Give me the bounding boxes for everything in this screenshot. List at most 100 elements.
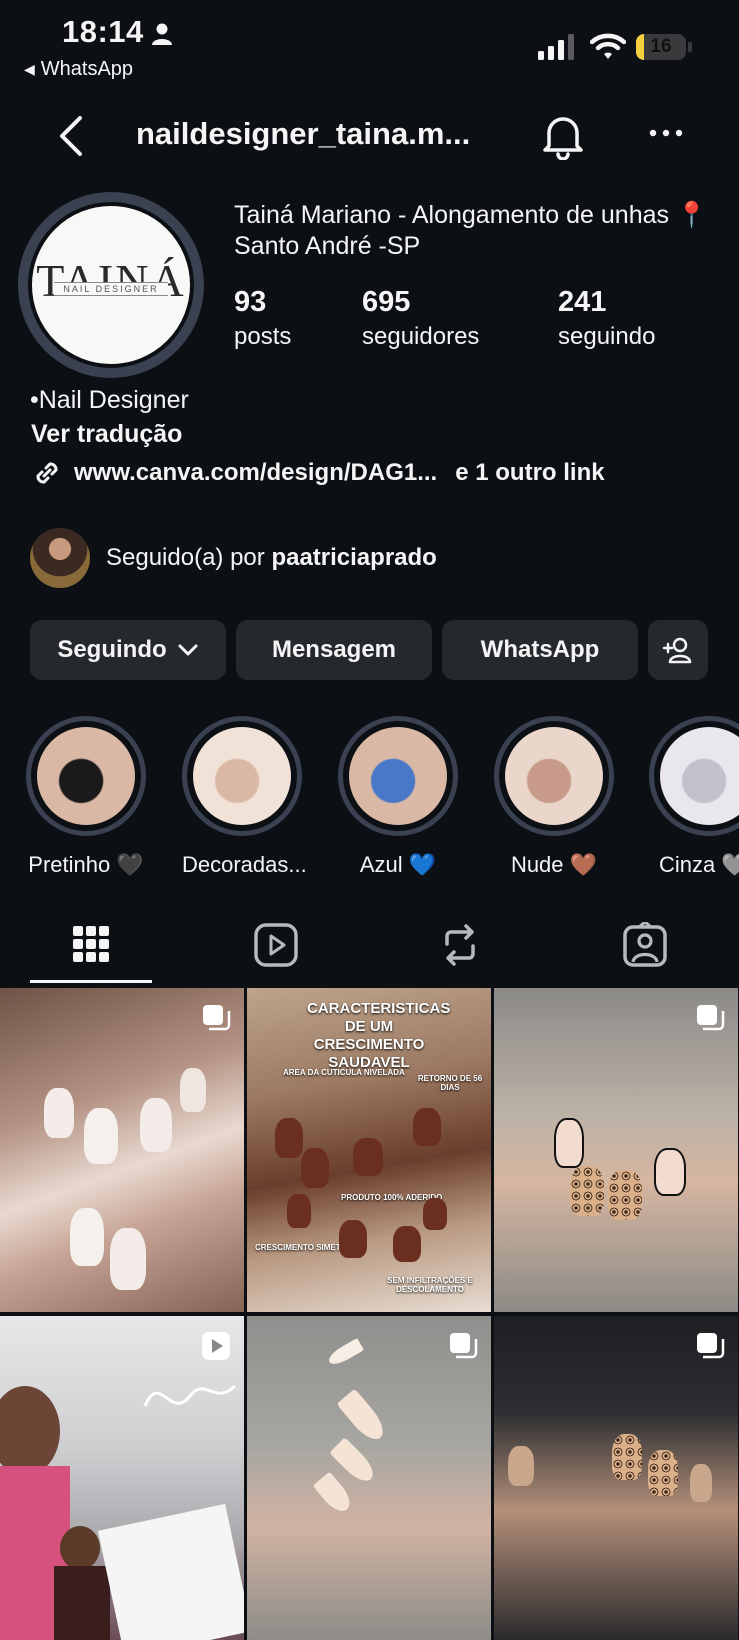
- message-button[interactable]: Mensagem: [236, 620, 432, 680]
- story-highlight[interactable]: Azul 💙: [338, 716, 458, 878]
- nail-shape: [44, 1088, 74, 1138]
- story-highlight[interactable]: Nude 🤎: [494, 716, 614, 878]
- nail-shape: [648, 1450, 678, 1496]
- whatsapp-button-label: WhatsApp: [480, 636, 600, 663]
- post-annotation: SEM INFILTRAÇÕES E DESCOLAMENTO: [387, 1276, 473, 1294]
- carousel-icon: [450, 1333, 478, 1359]
- back-to-app-link[interactable]: ◀ WhatsApp: [24, 58, 133, 81]
- notification-bell-icon[interactable]: [540, 112, 586, 160]
- highlight-label: Cinza 🩶: [659, 852, 739, 877]
- following-button[interactable]: Seguindo: [30, 620, 226, 680]
- post-thumbnail[interactable]: [0, 988, 244, 1312]
- nail-shape: [654, 1148, 686, 1196]
- nail-shape: [570, 1166, 604, 1216]
- tagged-tab-icon[interactable]: [620, 922, 670, 968]
- followed-by-row[interactable]: Seguido(a) por paatriciaprado: [30, 528, 437, 588]
- follower-avatar: [30, 528, 90, 588]
- highlight-thumbnail: [37, 727, 135, 825]
- wifi-icon: [590, 33, 626, 59]
- highlight-ring: [182, 716, 302, 836]
- nail-shape: [508, 1446, 534, 1486]
- nail-shape: [301, 1148, 329, 1188]
- repost-tab-icon[interactable]: [435, 922, 485, 968]
- post-thumbnail[interactable]: [0, 1316, 244, 1640]
- nail-shape: [353, 1138, 383, 1176]
- posts-count[interactable]: 93 posts: [234, 286, 291, 351]
- nail-shape: [84, 1108, 118, 1164]
- post-thumbnail[interactable]: [247, 1316, 491, 1640]
- nail-shape: [423, 1198, 447, 1230]
- post-thumbnail[interactable]: [494, 1316, 738, 1640]
- avatar-logo-text: TAINÁ: [36, 255, 186, 306]
- story-highlight[interactable]: Cinza 🩶: [649, 716, 739, 878]
- following-count[interactable]: 241 seguindo: [558, 286, 655, 351]
- stat-label: posts: [234, 323, 292, 350]
- battery-indicator: 16: [636, 34, 686, 60]
- more-options-icon[interactable]: [648, 118, 684, 148]
- bio-links[interactable]: www.canva.com/design/DAG1... e 1 outro l…: [30, 456, 605, 490]
- followers-count[interactable]: 695 seguidores: [362, 286, 479, 351]
- highlight-label: Decoradas...: [182, 852, 307, 877]
- highlight-label: Azul 💙: [359, 852, 437, 877]
- nail-shape: [612, 1434, 642, 1480]
- post-annotation: AREA DA CUTICULA NIVELADA: [283, 1068, 405, 1077]
- battery-tip: [688, 42, 692, 52]
- stat-value: 93: [234, 286, 267, 318]
- decorative-swirl: [143, 1384, 237, 1407]
- reel-icon: [202, 1332, 230, 1360]
- table-object: [97, 1503, 244, 1640]
- nail-shape: [393, 1226, 421, 1262]
- highlight-thumbnail: [193, 727, 291, 825]
- post-thumbnail[interactable]: CARACTERISTICAS DE UM CRESCIMENTO SAUDAV…: [247, 988, 491, 1312]
- signal-icon: [538, 34, 574, 60]
- add-person-icon: [662, 637, 692, 664]
- nail-shape: [413, 1108, 441, 1146]
- nail-shape: [110, 1228, 146, 1290]
- back-app-label: WhatsApp: [40, 58, 134, 80]
- active-tab-indicator: [30, 980, 152, 983]
- nail-shape: [325, 1337, 365, 1369]
- nail-shape: [339, 1220, 367, 1258]
- nail-shape: [312, 1471, 356, 1517]
- nail-shape: [608, 1170, 642, 1220]
- stat-label: seguidores: [362, 323, 480, 350]
- followed-by-prefix: Seguido(a) por: [106, 544, 265, 571]
- profile-avatar[interactable]: TAINÁ NAIL DESIGNER: [28, 202, 194, 368]
- reels-tab-icon[interactable]: [251, 922, 301, 968]
- post-caption-overlay: CARACTERISTICAS DE UM CRESCIMENTO SAUDAV…: [307, 1000, 451, 1071]
- highlight-label: Nude 🤎: [510, 852, 598, 877]
- highlight-ring: [494, 716, 614, 836]
- back-arrow-icon[interactable]: [54, 112, 90, 160]
- highlight-thumbnail: [505, 727, 603, 825]
- story-highlight[interactable]: Pretinho 🖤: [26, 716, 146, 878]
- child-head: [60, 1526, 100, 1570]
- post-annotation: RETORNO DE 56 DIAS: [417, 1074, 483, 1092]
- chevron-down-icon: [178, 644, 198, 656]
- nail-shape: [140, 1098, 172, 1152]
- status-time: 18:14: [62, 14, 144, 49]
- carousel-icon: [697, 1333, 725, 1359]
- person-head: [0, 1386, 60, 1476]
- carousel-icon: [203, 1005, 231, 1031]
- highlight-ring: [338, 716, 458, 836]
- grid-tab-icon[interactable]: [66, 922, 116, 968]
- nail-shape: [690, 1464, 712, 1502]
- bio-link-url[interactable]: www.canva.com/design/DAG1...: [74, 459, 437, 487]
- highlight-thumbnail: [349, 727, 447, 825]
- suggested-users-button[interactable]: [648, 620, 708, 680]
- extra-links[interactable]: e 1 outro link: [455, 459, 604, 487]
- carousel-icon: [697, 1005, 725, 1031]
- highlight-thumbnail: [660, 727, 739, 825]
- nail-shape: [70, 1208, 104, 1266]
- nail-shape: [180, 1068, 206, 1112]
- profile-full-name: Tainá Mariano - Alongamento de unhas 📍 S…: [234, 201, 708, 260]
- highlight-ring: [26, 716, 146, 836]
- followed-by-user[interactable]: paatriciaprado: [271, 544, 436, 571]
- post-thumbnail[interactable]: [494, 988, 738, 1312]
- person-icon: [152, 23, 172, 45]
- back-triangle-icon: ◀: [24, 61, 35, 77]
- story-highlight[interactable]: Decoradas...: [182, 716, 307, 878]
- link-icon: [36, 462, 58, 484]
- whatsapp-button[interactable]: WhatsApp: [442, 620, 638, 680]
- see-translation-link[interactable]: Ver tradução: [31, 420, 182, 449]
